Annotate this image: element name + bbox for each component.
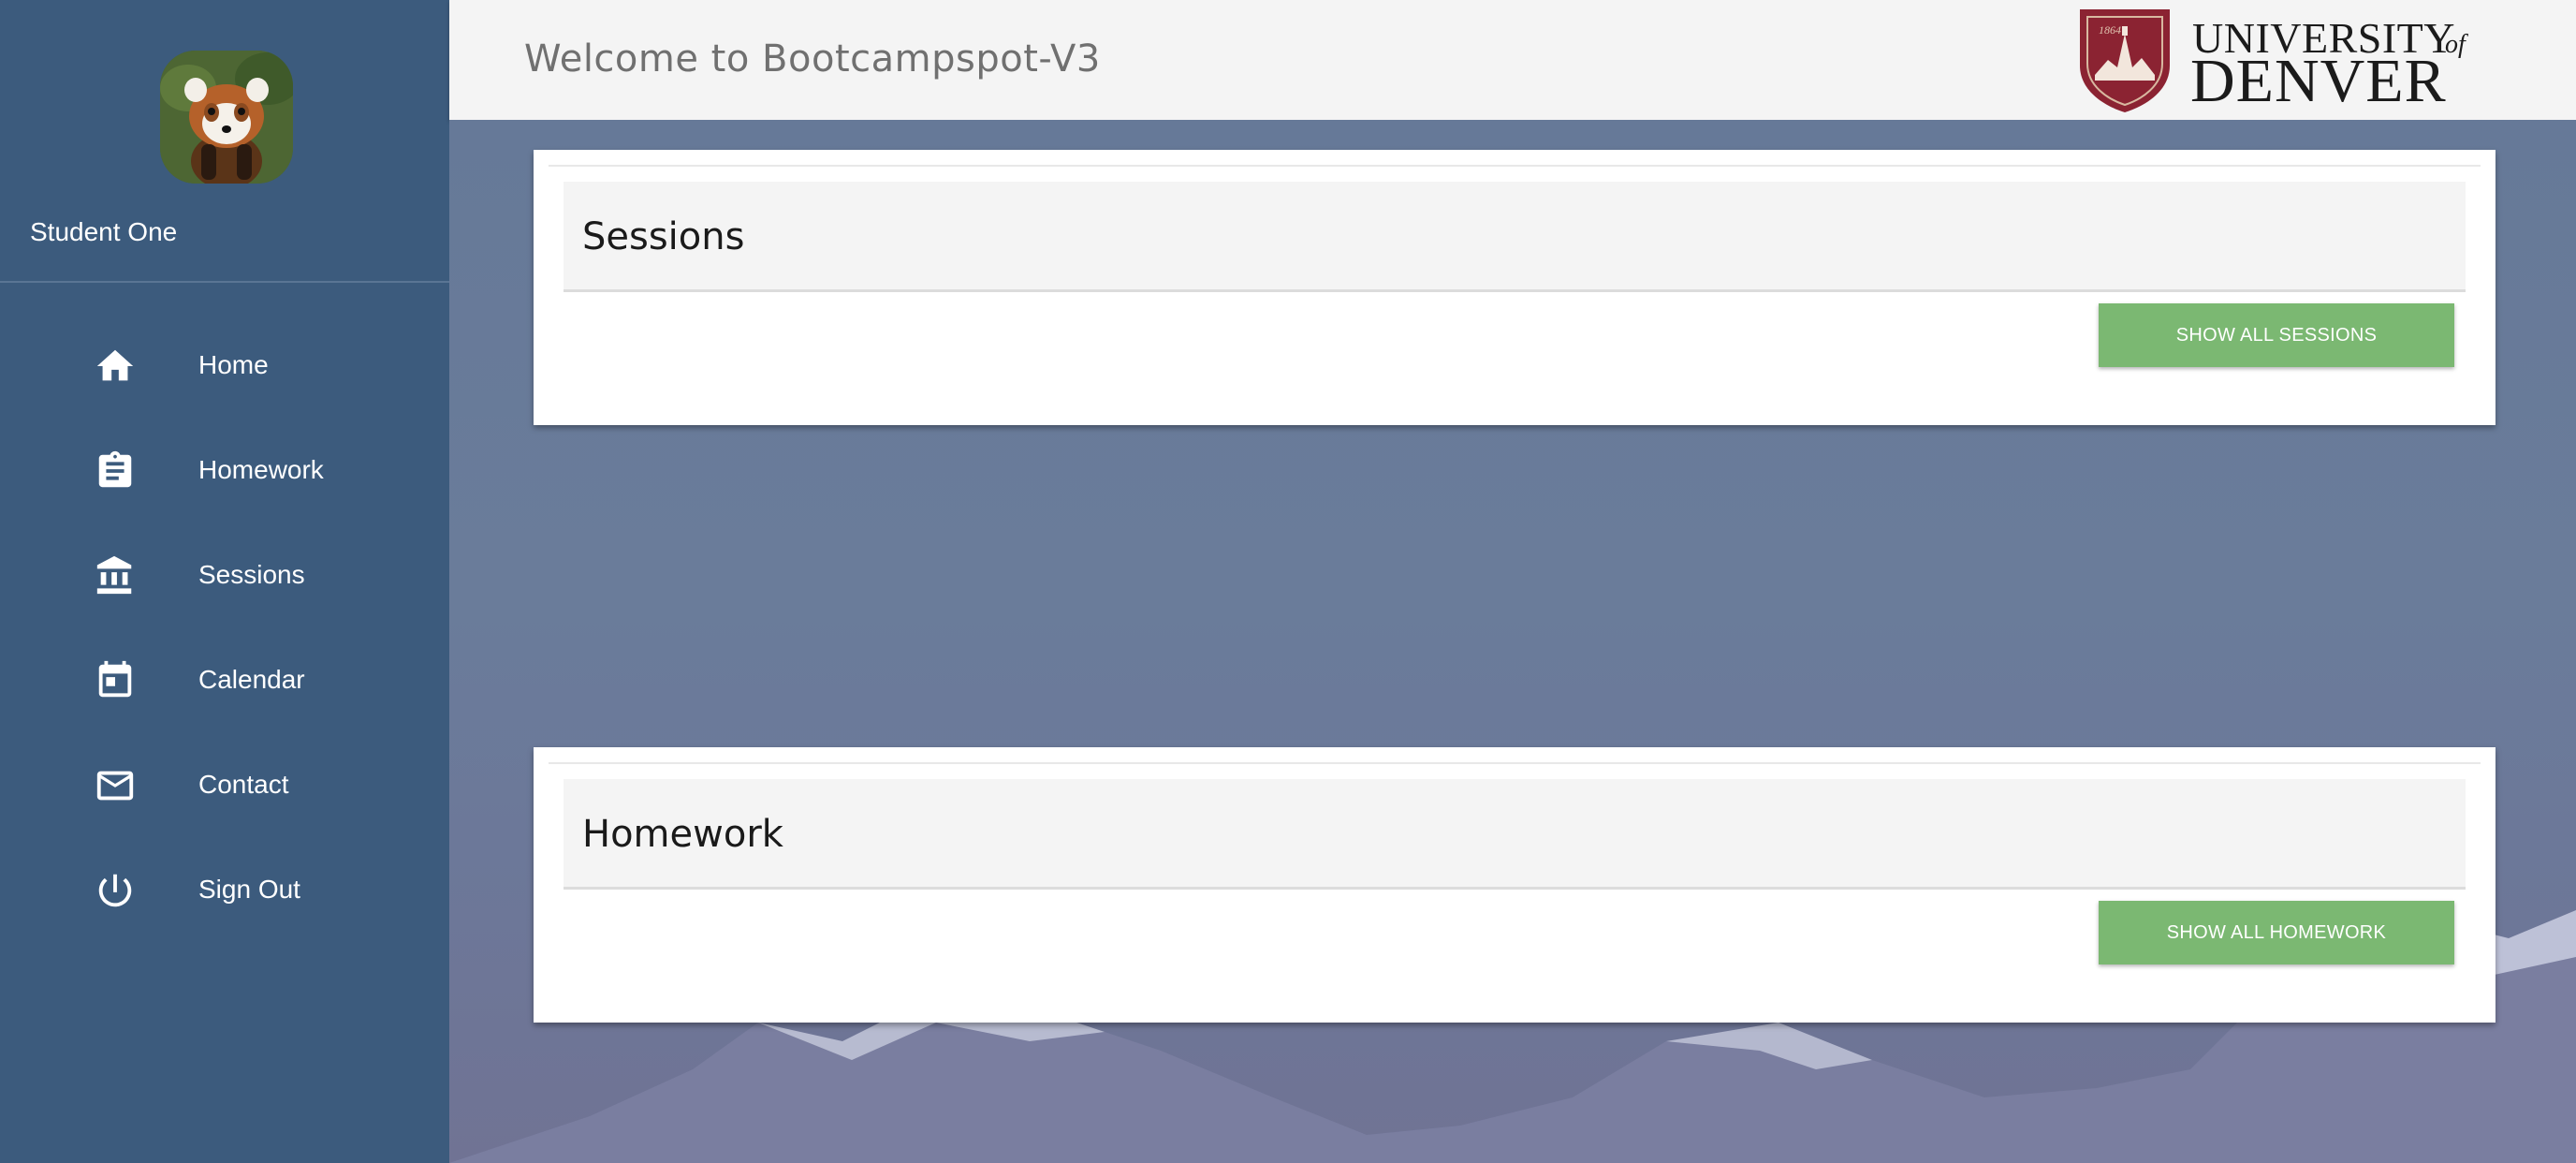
university-logo[interactable]: 1864 UNIVERSITY of DENVER (2076, 6, 2488, 115)
svg-text:DENVER: DENVER (2190, 47, 2447, 114)
divider (549, 762, 2481, 764)
sidebar-item-label: Sessions (198, 560, 305, 589)
sidebar-item-contact[interactable]: Contact (0, 742, 449, 826)
sidebar: Student One Home Homework Sessions Calen… (0, 0, 449, 1163)
sidebar-item-sessions[interactable]: Sessions (0, 532, 449, 616)
sidebar-item-label: Homework (198, 455, 324, 484)
main-content: Sessions SHOW ALL SESSIONS Homework SHOW… (449, 120, 2576, 1163)
sidebar-item-label: Contact (198, 770, 289, 799)
bank-icon (94, 554, 137, 597)
svg-text:1864: 1864 (2099, 23, 2121, 37)
mail-icon (94, 764, 137, 807)
sidebar-item-calendar[interactable]: Calendar (0, 637, 449, 721)
card-title: Homework (582, 813, 783, 856)
sidebar-item-label: Sign Out (198, 875, 300, 904)
home-icon (94, 345, 137, 388)
sidebar-item-home[interactable]: Home (0, 322, 449, 406)
sidebar-item-homework[interactable]: Homework (0, 427, 449, 511)
sidebar-item-label: Home (198, 350, 269, 379)
sidebar-item-sign-out[interactable]: Sign Out (0, 846, 449, 931)
sidebar-item-label: Calendar (198, 665, 305, 694)
card-header: Homework (564, 779, 2466, 890)
show-all-sessions-button[interactable]: SHOW ALL SESSIONS (2099, 303, 2454, 367)
top-bar: Welcome to Bootcampspot-V3 1864 UNIVERSI… (449, 0, 2576, 120)
divider (549, 165, 2481, 167)
avatar (160, 51, 293, 184)
card-header: Sessions (564, 182, 2466, 292)
username: Student One (30, 217, 178, 246)
profile-section: Student One (0, 0, 449, 283)
power-icon (94, 869, 137, 912)
svg-text:of: of (2445, 30, 2468, 59)
page-title: Welcome to Bootcampspot-V3 (524, 37, 1101, 81)
show-all-homework-button[interactable]: SHOW ALL HOMEWORK (2099, 901, 2454, 964)
card-title: Sessions (582, 215, 745, 258)
homework-card: Homework SHOW ALL HOMEWORK (534, 747, 2496, 1023)
sessions-card: Sessions SHOW ALL SESSIONS (534, 150, 2496, 425)
clipboard-icon (94, 449, 137, 493)
calendar-icon (94, 659, 137, 702)
